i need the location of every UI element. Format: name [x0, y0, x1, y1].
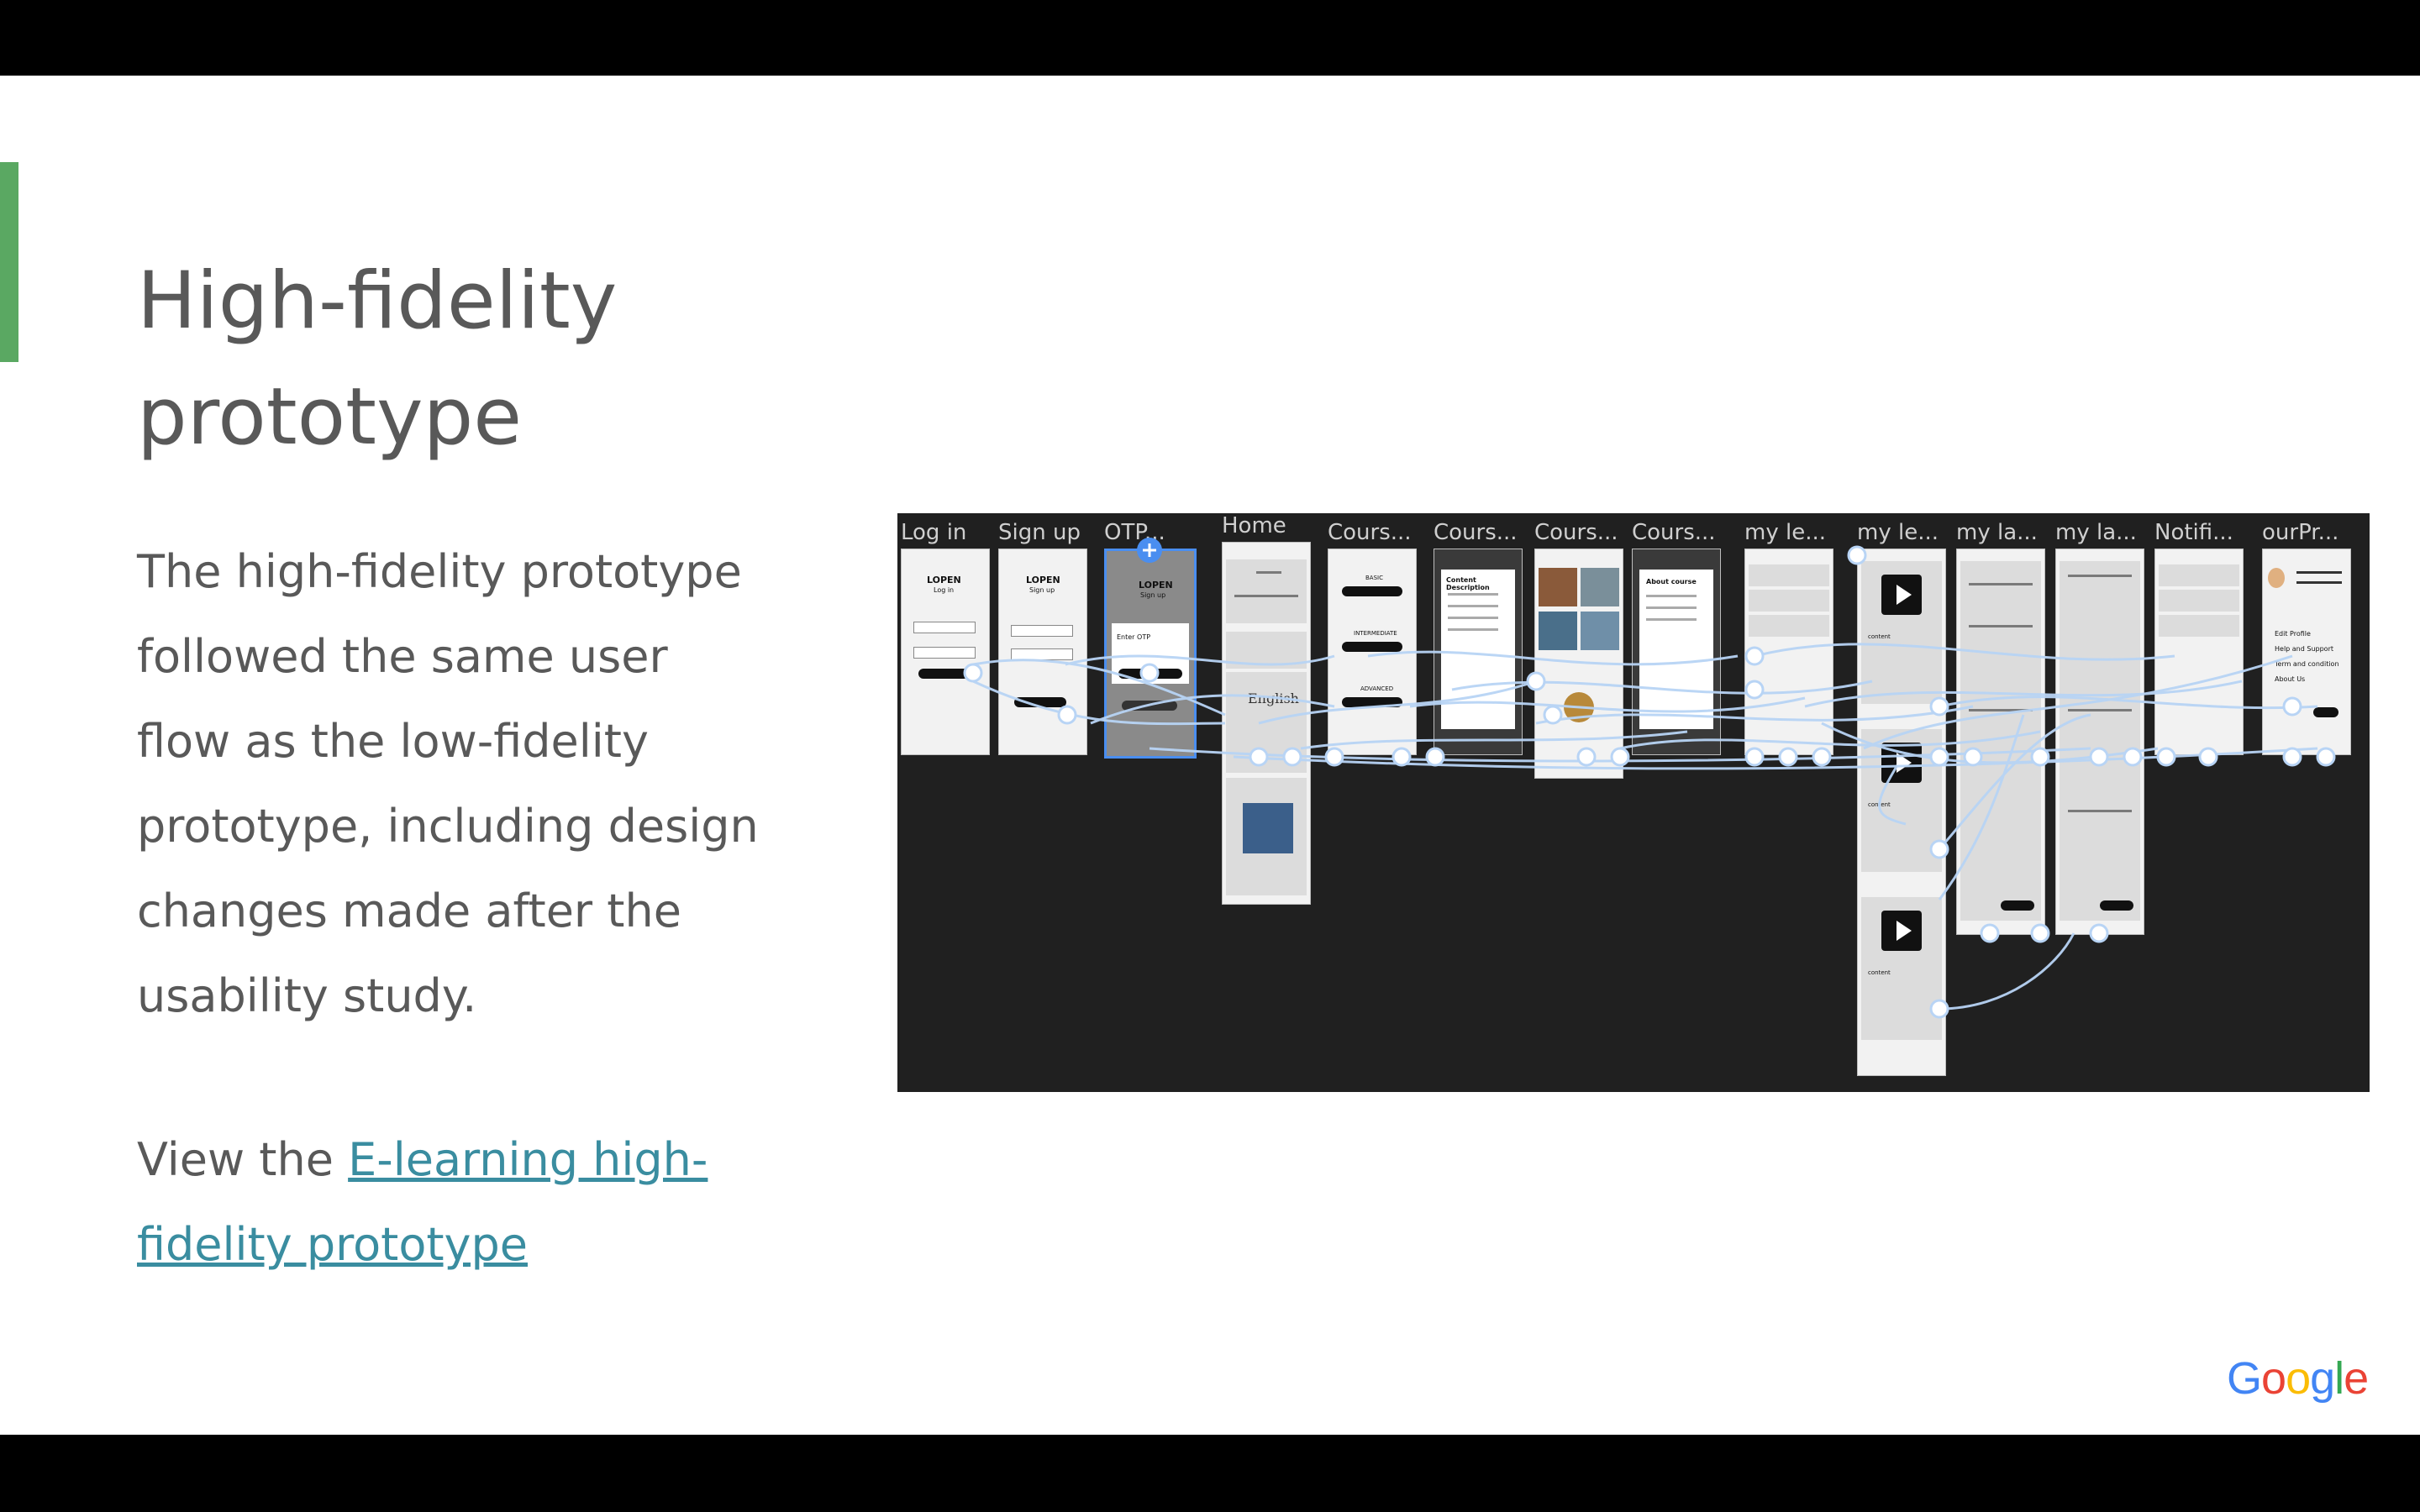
- frame-course-gallery: [1534, 549, 1623, 779]
- accent-bar: [0, 162, 18, 362]
- video-content-label-3: content: [1868, 969, 1891, 976]
- slide: High-fidelity prototype The high-fidelit…: [0, 76, 2420, 1435]
- frame-otp[interactable]: LOPEN Sign up Enter OTP: [1104, 549, 1197, 759]
- frame-notifications: [2154, 549, 2244, 755]
- signup-brand: LOPEN: [1026, 575, 1060, 585]
- frame-label-otp: OTP...: [1104, 520, 1165, 545]
- course-level-advanced: ADVANCED: [1360, 685, 1394, 692]
- frame-label-course-1: Cours...: [1328, 520, 1412, 545]
- logo-letter: o: [2286, 1353, 2311, 1404]
- slide-body-text: The high-fidelity prototype followed the…: [137, 545, 759, 1022]
- frame-my-learning-list: [1744, 549, 1833, 755]
- frame-label-my-learning-2: my le...: [1857, 520, 1939, 545]
- frame-label-course-3: Cours...: [1534, 520, 1618, 545]
- frame-my-la-1: [1956, 549, 2045, 935]
- video-content-label-1: content: [1868, 633, 1891, 640]
- frame-label-my-learning-1: my le...: [1744, 520, 1826, 545]
- logo-letter: o: [2261, 1353, 2286, 1404]
- logo-letter: G: [2227, 1353, 2262, 1404]
- google-logo: Google: [2227, 1352, 2369, 1404]
- prototype-flow-image: Log in Sign up OTP... Home Cours... Cour…: [897, 513, 2370, 1092]
- logo-letter: g: [2310, 1353, 2335, 1404]
- otp-heading: Sign up: [1140, 591, 1166, 599]
- profile-menu-edit: Edit Profile: [2275, 630, 2311, 638]
- signup-heading: Sign up: [1029, 586, 1055, 594]
- frame-login: LOPEN Log in: [901, 549, 990, 755]
- otp-field-label: Enter OTP: [1117, 633, 1151, 641]
- logo-letter: l: [2334, 1353, 2344, 1404]
- play-icon[interactable]: [1881, 575, 1922, 615]
- about-course-heading: About course: [1646, 578, 1697, 585]
- frame-label-signup: Sign up: [998, 520, 1081, 545]
- frame-label-our-profile: ourPr...: [2262, 520, 2339, 545]
- frame-signup: LOPEN Sign up: [998, 549, 1087, 755]
- profile-menu-terms: Term and condition: [2275, 660, 2339, 668]
- frame-home: English: [1222, 542, 1311, 905]
- frame-course-levels: BASIC INTERMEDIATE ADVANCED: [1328, 549, 1417, 755]
- frame-label-course-4: Cours...: [1632, 520, 1716, 545]
- frame-my-la-2: [2055, 549, 2144, 935]
- login-heading: Log in: [934, 586, 955, 594]
- content-description-heading: Content Description: [1446, 576, 1490, 591]
- view-prototype-line: View the E-learning high-fidelity protot…: [137, 1117, 776, 1287]
- frame-our-profile: Edit Profile Help and Support Term and c…: [2262, 549, 2351, 755]
- otp-brand: LOPEN: [1139, 580, 1173, 591]
- profile-menu-about: About Us: [2275, 675, 2306, 683]
- frame-label-my-la-2: my la...: [2055, 520, 2137, 545]
- frame-course-content: Content Description: [1434, 549, 1523, 755]
- frame-my-learning-videos: content content content: [1857, 549, 1946, 1076]
- logo-letter: e: [2344, 1353, 2369, 1404]
- course-level-intermediate: INTERMEDIATE: [1354, 630, 1397, 637]
- video-content-label-2: content: [1868, 801, 1891, 808]
- view-prefix: View the: [137, 1133, 349, 1186]
- slide-title: High-fidelity prototype: [137, 255, 618, 463]
- login-brand: LOPEN: [927, 575, 961, 585]
- home-english-card: English: [1248, 690, 1299, 706]
- frame-label-login: Log in: [901, 520, 967, 545]
- frame-label-notifications: Notifi...: [2154, 520, 2233, 545]
- frame-label-course-2: Cours...: [1434, 520, 1518, 545]
- frame-label-home: Home: [1222, 513, 1286, 538]
- play-icon[interactable]: [1881, 911, 1922, 951]
- play-icon[interactable]: [1881, 743, 1922, 783]
- frame-course-about: About course: [1632, 549, 1721, 755]
- frame-label-my-la-1: my la...: [1956, 520, 2038, 545]
- course-level-basic: BASIC: [1365, 575, 1383, 581]
- profile-menu-help: Help and Support: [2275, 645, 2333, 653]
